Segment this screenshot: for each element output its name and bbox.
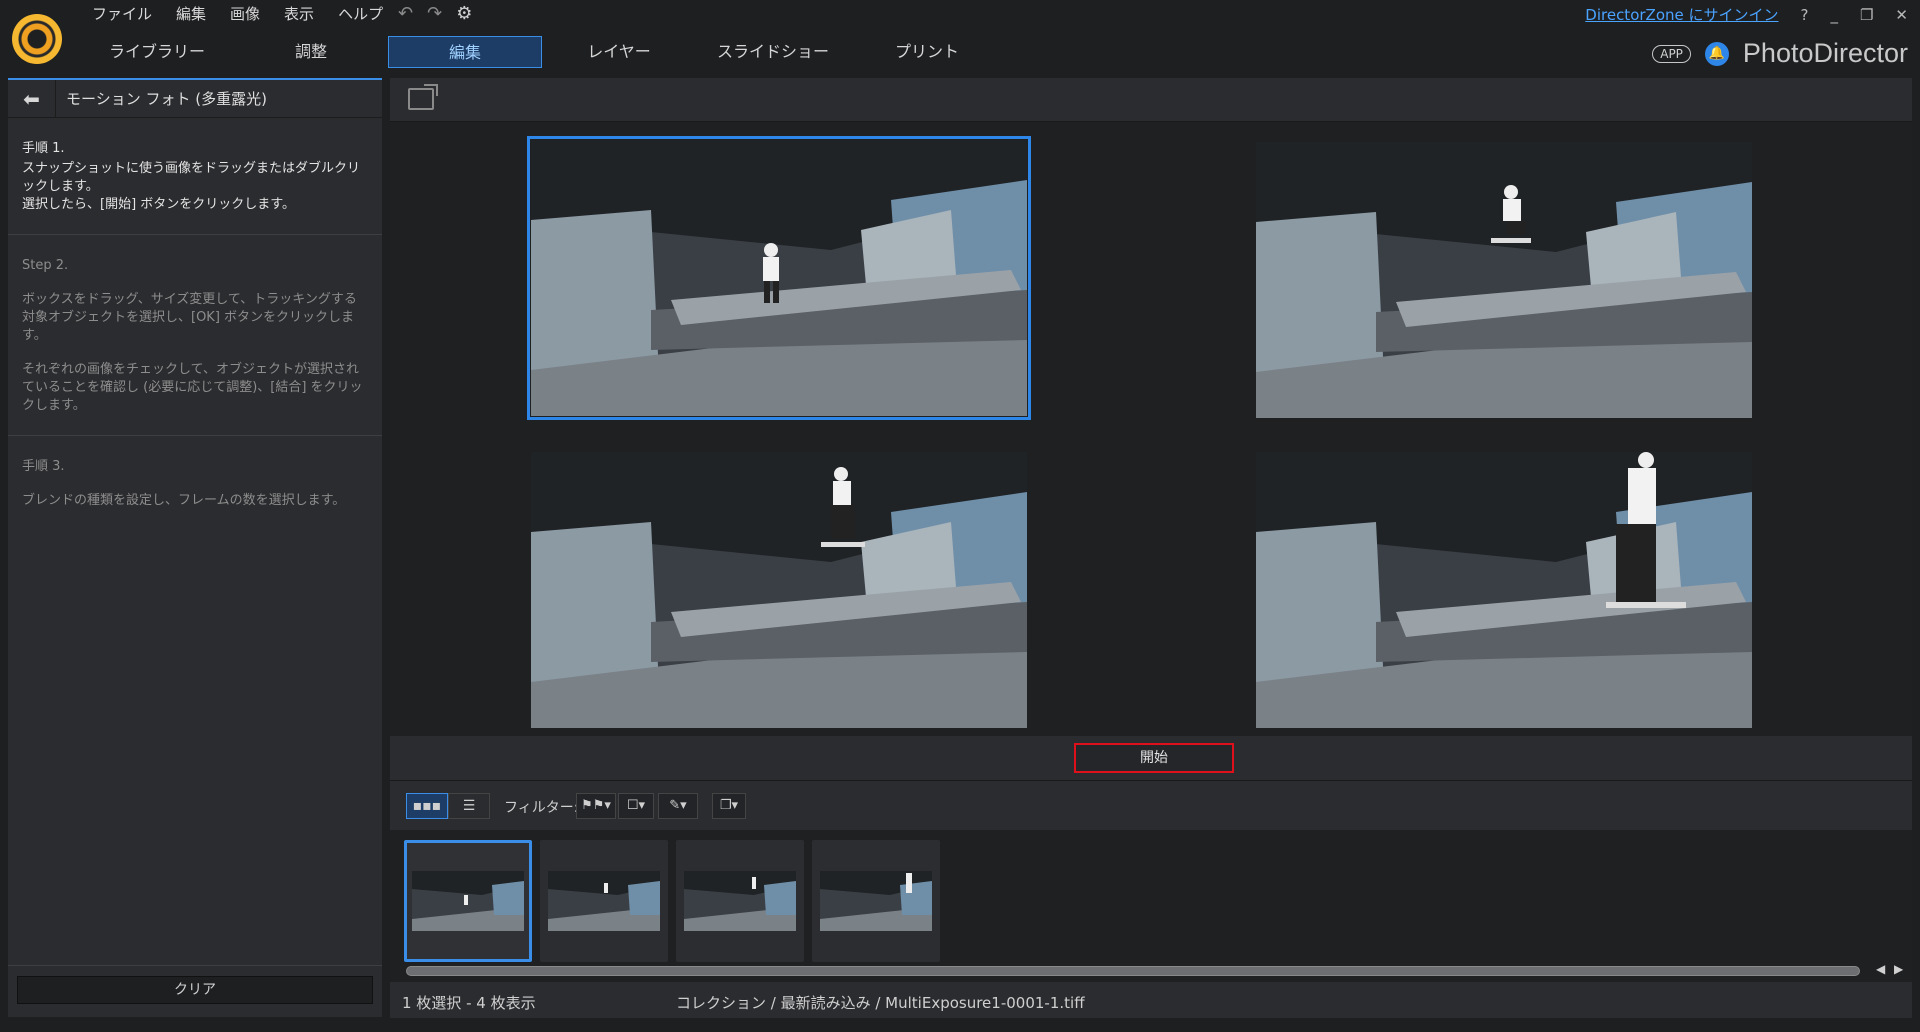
tab-layers[interactable]: レイヤー <box>542 36 696 68</box>
stack-dropdown[interactable]: ❐▾ <box>712 793 746 819</box>
thumbnail-image <box>548 871 660 931</box>
workspace-toolbar <box>390 78 1912 122</box>
photo-frame-3[interactable] <box>531 452 1027 728</box>
filmstrip <box>390 830 1912 962</box>
filmstrip-thumb-1[interactable] <box>404 840 532 962</box>
photo-grid <box>390 122 1912 736</box>
redo-icon[interactable]: ↷ <box>427 3 442 24</box>
menu-image[interactable]: 画像 <box>218 2 272 26</box>
thumbnail-image <box>684 871 796 931</box>
thumbnail-view-button[interactable]: ▪▪▪ <box>406 793 448 819</box>
app-logo-icon <box>12 14 62 64</box>
module-tabs: ライブラリー 調整 編集 レイヤー スライドショー プリント <box>80 36 1004 68</box>
list-view-button[interactable]: ☰ <box>448 793 490 819</box>
notification-bell-icon[interactable]: 🔔 <box>1704 41 1729 66</box>
filmstrip-thumb-4[interactable] <box>812 840 940 962</box>
step-text: それぞれの画像をチェックして、オブジェクトが選択されていることを確認し (必要に… <box>22 362 363 413</box>
minimize-button[interactable]: _ <box>1830 6 1838 24</box>
title-bar: ファイル 編集 画像 表示 ヘルプ ↶ ↷ ⚙ DirectorZone にサイ… <box>0 0 1920 76</box>
step-text: 選択したら、[開始] ボタンをクリックします。 <box>22 197 295 212</box>
close-button[interactable]: ✕ <box>1895 6 1908 24</box>
scroll-left-icon[interactable]: ◀ <box>1876 962 1885 976</box>
guide-panel: ⬅ モーション フォト (多重露光) 手順 1. スナップショットに使う画像をド… <box>8 78 382 1017</box>
panel-title: モーション フォト (多重露光) <box>66 90 267 108</box>
tab-print[interactable]: プリント <box>850 36 1004 68</box>
panel-header: ⬅ モーション フォト (多重露光) <box>8 79 382 118</box>
settings-gear-icon[interactable]: ⚙ <box>456 3 472 24</box>
menu-bar: ファイル 編集 画像 表示 ヘルプ <box>80 2 395 26</box>
thumbnail-image <box>412 871 524 931</box>
photo-frame-1[interactable] <box>527 136 1031 420</box>
window-controls: DirectorZone にサインイン ? _ ❐ ✕ <box>1585 4 1908 25</box>
menu-help[interactable]: ヘルプ <box>326 2 395 26</box>
photo-frame-2[interactable] <box>1256 142 1752 418</box>
edit-filter-dropdown[interactable]: ✎▾ <box>658 793 698 819</box>
tab-library[interactable]: ライブラリー <box>80 36 234 68</box>
directorzone-signin-link[interactable]: DirectorZone にサインイン <box>1585 4 1778 25</box>
step-1: 手順 1. スナップショットに使う画像をドラッグまたはダブルクリックします。 選… <box>8 118 382 235</box>
start-bar: 開始 <box>390 736 1912 780</box>
filmstrip-thumb-2[interactable] <box>540 840 668 962</box>
brand-area: APP 🔔 PhotoDirector <box>1652 38 1908 69</box>
tab-edit[interactable]: 編集 <box>388 36 542 68</box>
undo-icon[interactable]: ↶ <box>398 3 413 24</box>
thumbnail-image <box>820 871 932 931</box>
filter-label: フィルター: <box>504 800 579 816</box>
menu-edit[interactable]: 編集 <box>164 2 218 26</box>
app-badge-button[interactable]: APP <box>1652 44 1691 63</box>
brand-name: PhotoDirector <box>1742 38 1908 68</box>
back-arrow-icon[interactable]: ⬅ <box>8 79 56 118</box>
filmstrip-scroll: ◀ ▶ <box>390 962 1912 982</box>
flag-filter-dropdown[interactable]: ⚑⚑▾ <box>576 793 616 819</box>
color-label-filter-dropdown[interactable]: ☐▾ <box>618 793 654 819</box>
step-text: ブレンドの種類を設定し、フレームの数を選択します。 <box>22 493 346 508</box>
selection-status: 1 枚選択 - 4 枚表示 <box>402 994 536 1012</box>
step-heading: Step 2. <box>22 258 69 273</box>
menu-file[interactable]: ファイル <box>80 2 164 26</box>
step-heading: 手順 3. <box>22 459 65 474</box>
clear-button[interactable]: クリア <box>17 976 373 1004</box>
step-text: ボックスをドラッグ、サイズ変更して、トラッキングする対象オブジェクトを選択し、[… <box>22 292 357 343</box>
photo-frame-4[interactable] <box>1256 452 1752 728</box>
status-bar: 1 枚選択 - 4 枚表示 コレクション / 最新読み込み / MultiExp… <box>390 982 1912 1018</box>
horizontal-scrollbar[interactable] <box>406 966 1860 976</box>
quick-actions: ↶ ↷ ⚙ <box>398 3 472 24</box>
tab-slideshow[interactable]: スライドショー <box>696 36 850 68</box>
filmstrip-toolbar: ▪▪▪ ☰ フィルター: ⚑⚑▾ ☐▾ ✎▾ ❐▾ <box>390 780 1912 830</box>
step-2: Step 2. ボックスをドラッグ、サイズ変更して、トラッキングする対象オブジェ… <box>8 235 382 436</box>
step-heading: 手順 1. <box>22 141 65 156</box>
panel-footer: クリア <box>8 965 382 1017</box>
tab-adjustment[interactable]: 調整 <box>234 36 388 68</box>
menu-view[interactable]: 表示 <box>272 2 326 26</box>
step-3: 手順 3. ブレンドの種類を設定し、フレームの数を選択します。 <box>8 436 382 530</box>
fit-screen-icon[interactable] <box>408 84 438 110</box>
scroll-right-icon[interactable]: ▶ <box>1894 962 1903 976</box>
start-button[interactable]: 開始 <box>1074 743 1234 773</box>
help-button[interactable]: ? <box>1801 6 1809 24</box>
step-text: スナップショットに使う画像をドラッグまたはダブルクリックします。 <box>22 161 361 194</box>
file-path: コレクション / 最新読み込み / MultiExposure1-0001-1.… <box>676 994 1085 1012</box>
filmstrip-thumb-3[interactable] <box>676 840 804 962</box>
workspace: 開始 ▪▪▪ ☰ フィルター: ⚑⚑▾ ☐▾ ✎▾ ❐▾ ◀ ▶ 1 枚選択 -… <box>390 78 1912 1018</box>
restore-button[interactable]: ❐ <box>1860 6 1873 24</box>
